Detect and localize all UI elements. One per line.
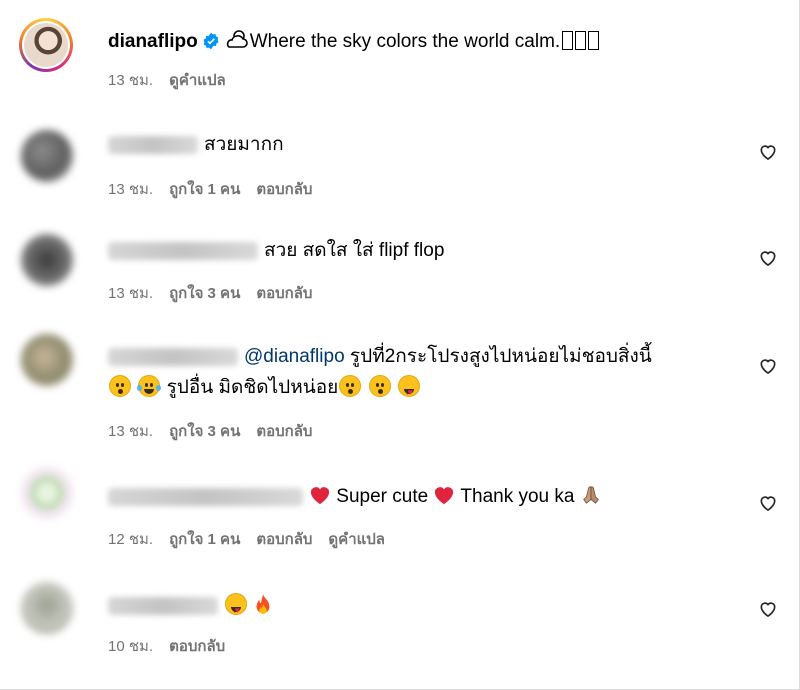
commenter-avatar[interactable] xyxy=(21,467,73,519)
comment-meta: 13 ชม. ถูกใจ 3 คน ตอบกลับ xyxy=(108,419,328,443)
comment-text-b: Thank you ka xyxy=(460,486,575,507)
comment-meta: 10 ชม. ตอบกลับ xyxy=(108,634,241,658)
commenter-avatar[interactable] xyxy=(21,130,73,182)
verified-badge-icon xyxy=(203,32,219,50)
commenter-username[interactable] xyxy=(108,487,303,506)
reply-button[interactable]: ตอบกลับ xyxy=(256,423,312,440)
reply-button[interactable]: ตอบกลับ xyxy=(169,638,225,655)
astonished-face-icon xyxy=(339,375,362,397)
heart-outline-icon[interactable] xyxy=(758,493,778,513)
comment-item: 10 ชม. ตอบกลับ xyxy=(0,570,800,670)
like-count[interactable]: ถูกใจ 3 คน xyxy=(169,285,240,302)
comment-text-2: รูปอื่น มิดชิดไปหน่อย xyxy=(166,377,339,398)
cloud-sun-icon xyxy=(226,30,248,48)
commenter-avatar[interactable] xyxy=(21,234,73,286)
comment-item: Super cute Thank you ka 12 ชม. ถูกใจ 1 คน… xyxy=(0,455,800,555)
reply-button[interactable]: ตอบกลับ xyxy=(256,531,312,548)
comment-text: สวยมากก xyxy=(204,134,284,155)
comment-line: สวย สดใส ใส่ flipf flop xyxy=(108,239,444,263)
heart-outline-icon[interactable] xyxy=(758,356,778,376)
missing-glyph-icon xyxy=(588,31,600,50)
commenter-username[interactable] xyxy=(108,241,258,260)
comment-line xyxy=(108,593,273,622)
caption-meta: 13 ชม. ดูคำแปล xyxy=(108,68,242,92)
caption-text: Where the sky colors the world calm. xyxy=(249,31,561,52)
comment-line: Super cute Thank you ka xyxy=(108,484,602,509)
missing-glyph-icon xyxy=(562,31,574,50)
heart-outline-icon[interactable] xyxy=(758,142,778,162)
comment-text: รูปที่2กระโปรงสูงไปหน่อยไม่ชอบสิ่งนี้ xyxy=(349,346,652,367)
comment-line: สวยมากก xyxy=(108,133,284,157)
red-heart-icon xyxy=(310,487,330,505)
reply-button[interactable]: ตอบกลับ xyxy=(256,181,312,198)
comment-meta: 13 ชม. ถูกใจ 3 คน ตอบกลับ xyxy=(108,281,328,305)
astonished-face-icon xyxy=(368,375,391,397)
commenter-username[interactable] xyxy=(108,347,238,366)
red-heart-icon xyxy=(435,487,454,505)
comment-item: สวย สดใส ใส่ flipf flop 13 ชม. ถูกใจ 3 คน… xyxy=(0,222,800,322)
comment-time: 13 ชม. xyxy=(108,423,154,440)
translate-link[interactable]: ดูคำแปล xyxy=(169,72,226,89)
mention-link[interactable]: @dianaflipo xyxy=(244,346,345,367)
comment-text: สวย สดใส ใส่ flipf flop xyxy=(264,240,445,261)
like-count[interactable]: ถูกใจ 3 คน xyxy=(169,423,240,440)
comment-text: Super cute xyxy=(336,486,429,507)
commenter-username[interactable] xyxy=(108,135,198,154)
comment-line-2: รูปอื่น มิดชิดไปหน่อย xyxy=(108,375,421,404)
comment-line: @dianaflipo รูปที่2กระโปรงสูงไปหน่อยไม่ช… xyxy=(108,345,652,369)
comment-item: @dianaflipo รูปที่2กระโปรงสูงไปหน่อยไม่ช… xyxy=(0,330,800,445)
heart-outline-icon[interactable] xyxy=(758,248,778,268)
commenter-avatar[interactable] xyxy=(21,582,73,634)
comment-time: 13 ชม. xyxy=(108,285,154,302)
post-caption: dianaflipo Where the sky colors the world… xyxy=(0,0,800,110)
commenter-avatar[interactable] xyxy=(21,334,73,386)
astonished-face-icon xyxy=(109,375,131,397)
comment-meta: 12 ชม. ถูกใจ 1 คน ตอบกลับ ดูคำแปล xyxy=(108,527,401,551)
heart-outline-icon[interactable] xyxy=(758,599,778,619)
caption-line: dianaflipo Where the sky colors the world… xyxy=(108,29,600,54)
like-count[interactable]: ถูกใจ 1 คน xyxy=(169,531,240,548)
comments-panel: dianaflipo Where the sky colors the world… xyxy=(0,0,800,690)
comment-item: สวยมากก 13 ชม. ถูกใจ 1 คน ตอบกลับ xyxy=(0,118,800,218)
commenter-username[interactable] xyxy=(108,596,218,615)
like-count[interactable]: ถูกใจ 1 คน xyxy=(169,181,240,198)
comment-time: 12 ชม. xyxy=(108,531,154,548)
heart-eyes-icon xyxy=(397,375,420,404)
heart-eyes-icon xyxy=(225,593,247,622)
comment-meta: 13 ชม. ถูกใจ 1 คน ตอบกลับ xyxy=(108,177,328,201)
comment-time: 13 ชม. xyxy=(108,181,154,198)
reply-button[interactable]: ตอบกลับ xyxy=(256,285,312,302)
fire-icon xyxy=(256,593,270,615)
missing-glyph-icon xyxy=(575,31,587,50)
caption-time: 13 ชม. xyxy=(108,72,154,89)
translate-link[interactable]: ดูคำแปล xyxy=(328,531,385,548)
author-avatar[interactable] xyxy=(19,18,73,72)
tears-of-joy-icon xyxy=(137,375,162,397)
folded-hands-icon xyxy=(582,486,599,504)
comment-time: 10 ชม. xyxy=(108,638,154,655)
author-username[interactable]: dianaflipo xyxy=(108,31,198,52)
